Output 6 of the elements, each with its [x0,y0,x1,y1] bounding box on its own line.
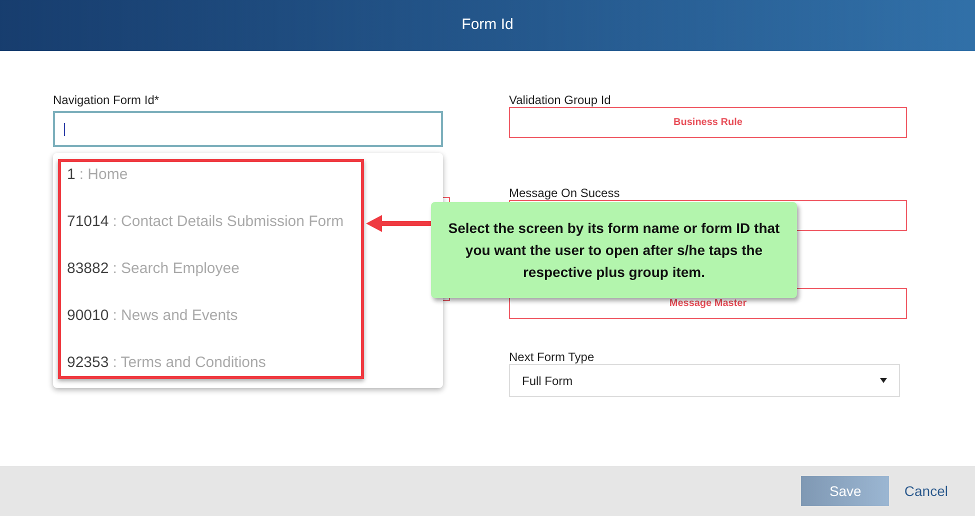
field-label: Next Form Type [509,349,596,364]
field-label: Message On Sucess [509,185,621,200]
window-title: Form Id [462,15,514,36]
callout-tooltip: Select the screen by its form name or form ID that you want the user to open after s/he taps the respective plus group item. [431,202,797,298]
field-label: Navigation Form Id* [53,92,160,109]
field-label: Validation Group Id [509,92,612,107]
